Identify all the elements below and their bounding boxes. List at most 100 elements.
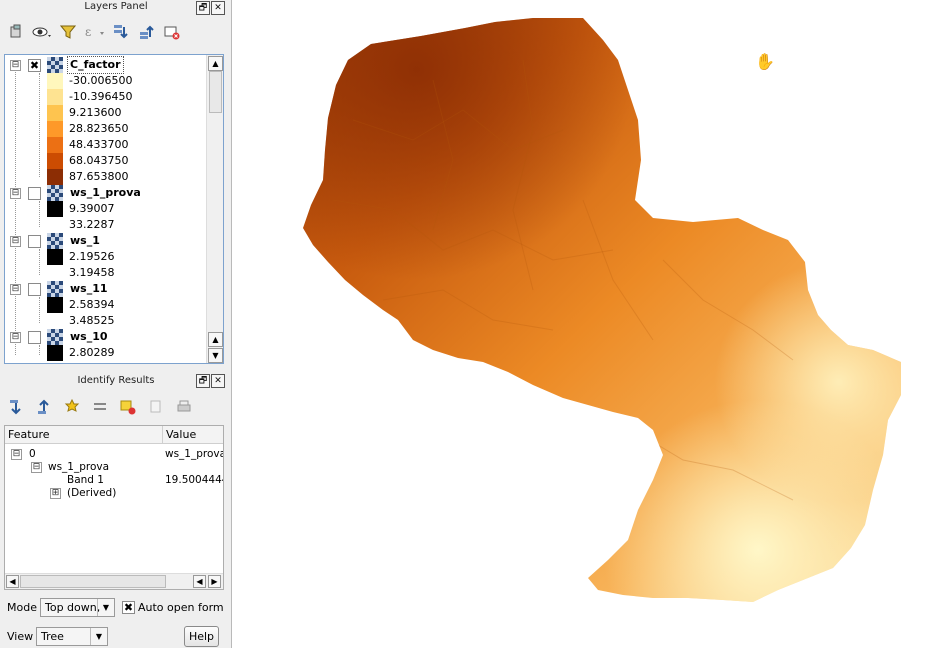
layers-panel-close-button[interactable]: ✕	[211, 1, 225, 15]
expander-icon[interactable]: ⊟	[31, 462, 42, 473]
identify-float-button[interactable]: 🗗	[196, 374, 210, 388]
expander-icon[interactable]: ⊟	[10, 188, 21, 199]
scroll-thumb[interactable]	[209, 71, 222, 113]
print-icon	[174, 397, 194, 417]
scroll-up-icon[interactable]: ▲	[208, 56, 223, 71]
pan-cursor-icon: ✋	[755, 52, 775, 71]
result-feature: 0	[29, 448, 36, 460]
column-header-value[interactable]: Value	[163, 426, 223, 444]
legend-swatch	[47, 345, 63, 361]
scroll-thumb[interactable]	[20, 575, 166, 588]
layers-panel-float-button[interactable]: 🗗	[196, 1, 210, 15]
expand-all-icon[interactable]	[110, 22, 130, 42]
result-feature: Band 1	[67, 474, 104, 486]
expander-icon[interactable]: ⊟	[10, 236, 21, 247]
legend-swatch	[47, 201, 63, 217]
help-button[interactable]: Help	[184, 626, 219, 647]
mode-select[interactable]: Top down, ▼	[40, 598, 115, 617]
result-row[interactable]: ⊟ ws_1_prova	[11, 461, 221, 474]
legend-swatch	[47, 153, 63, 169]
layer-visibility-checkbox[interactable]	[28, 283, 41, 296]
identify-results-tree[interactable]: Feature Value ⊟ 0 ws_1_prova ⊟ ws_1_prov…	[4, 425, 224, 590]
expander-icon[interactable]: ⊟	[11, 449, 22, 460]
filter-legend-icon[interactable]	[58, 22, 78, 42]
result-feature: ws_1_prova	[48, 461, 110, 473]
mode-value: Top down,	[45, 601, 101, 614]
result-row[interactable]: ⊟ 0 ws_1_prova	[11, 448, 224, 461]
layer-tree[interactable]: ⊟ ✖ C_factor -30.006500 -10.396450 9.213…	[4, 54, 224, 364]
view-label: View	[7, 630, 34, 643]
add-group-icon[interactable]	[6, 22, 26, 42]
view-select[interactable]: Tree ▼	[36, 627, 108, 646]
legend-label: -10.396450	[69, 90, 133, 103]
layer-visibility-checkbox[interactable]	[28, 331, 41, 344]
clear-results-icon[interactable]	[90, 397, 110, 417]
legend-label: 3.48525	[69, 314, 115, 327]
result-feature: (Derived)	[67, 487, 117, 499]
chevron-down-icon: ▼	[97, 599, 114, 616]
layer-ws-10[interactable]: ⊟ ws_10	[5, 329, 205, 345]
result-row[interactable]: Band 1 19.5004444	[11, 474, 224, 487]
collapse-tree-icon[interactable]	[34, 397, 54, 417]
legend-label: -30.006500	[69, 74, 133, 87]
layer-visibility-checkbox[interactable]: ✖	[28, 59, 41, 72]
expander-icon[interactable]: ⊟	[10, 284, 21, 295]
layer-c-factor[interactable]: ⊟ ✖ C_factor	[5, 56, 205, 74]
expand-tree-icon[interactable]	[6, 397, 26, 417]
raster-layer-icon	[47, 233, 63, 249]
remove-layer-icon[interactable]	[162, 22, 182, 42]
tree-guide-line	[15, 65, 16, 355]
layer-name: ws_10	[70, 330, 108, 343]
map-canvas[interactable]: ✋	[233, 0, 935, 648]
legend-swatch	[47, 297, 63, 313]
scroll-left-icon[interactable]: ◀	[193, 575, 206, 588]
layers-toolbar: ε	[6, 21, 182, 43]
result-row[interactable]: ⊞ (Derived)	[11, 487, 221, 500]
tree-guide-line	[39, 73, 40, 177]
identify-close-button[interactable]: ✕	[211, 374, 225, 388]
legend-label: 2.58394	[69, 298, 115, 311]
highlight-icon[interactable]	[118, 397, 138, 417]
tree-guide-line	[39, 345, 40, 355]
legend-label: 87.653800	[69, 170, 129, 183]
auto-open-form-checkbox[interactable]: ✖	[122, 601, 135, 614]
result-value: ws_1_prova	[165, 448, 224, 460]
layer-ws-11[interactable]: ⊟ ws_11	[5, 281, 205, 297]
auto-open-form-label: Auto open form	[138, 601, 224, 614]
legend-swatch	[47, 89, 63, 105]
legend-swatch	[47, 313, 63, 329]
manage-visibility-icon[interactable]	[32, 22, 52, 42]
legend-label: 9.39007	[69, 202, 115, 215]
layer-name: ws_1_prova	[70, 186, 141, 199]
results-horizontal-scrollbar[interactable]: ◀ ◀ ▶	[5, 573, 223, 589]
expander-icon[interactable]: ⊟	[10, 332, 21, 343]
collapse-all-icon[interactable]	[136, 22, 156, 42]
legend-swatch	[47, 265, 63, 281]
scroll-up-icon[interactable]: ▲	[208, 332, 223, 347]
filter-expression-icon[interactable]: ε	[84, 22, 104, 42]
result-value: 19.5004444	[165, 474, 224, 486]
chevron-down-icon: ▼	[90, 628, 107, 645]
legend-label: 68.043750	[69, 154, 129, 167]
layer-visibility-checkbox[interactable]	[28, 235, 41, 248]
legend-label: 33.2287	[69, 218, 115, 231]
legend-label: 48.433700	[69, 138, 129, 151]
identify-toolbar	[6, 396, 194, 418]
mode-label: Mode	[7, 601, 37, 614]
legend-swatch	[47, 73, 63, 89]
scroll-down-icon[interactable]: ▼	[208, 348, 223, 363]
expander-icon[interactable]: ⊟	[10, 60, 21, 71]
scroll-left-icon[interactable]: ◀	[6, 575, 19, 588]
layer-visibility-checkbox[interactable]	[28, 187, 41, 200]
scroll-right-icon[interactable]: ▶	[208, 575, 221, 588]
raster-map	[303, 18, 901, 602]
tree-guide-line	[39, 249, 40, 275]
collapsed-icon[interactable]: ⊞	[50, 488, 61, 499]
layer-ws-1[interactable]: ⊟ ws_1	[5, 233, 205, 249]
expand-new-results-icon[interactable]	[62, 397, 82, 417]
layer-ws-1-prova[interactable]: ⊟ ws_1_prova	[5, 185, 205, 201]
legend-swatch	[47, 169, 63, 185]
layer-tree-scrollbar[interactable]: ▲ ▲ ▼	[206, 55, 223, 363]
raster-layer-icon	[47, 185, 63, 201]
column-header-feature[interactable]: Feature	[5, 426, 163, 444]
